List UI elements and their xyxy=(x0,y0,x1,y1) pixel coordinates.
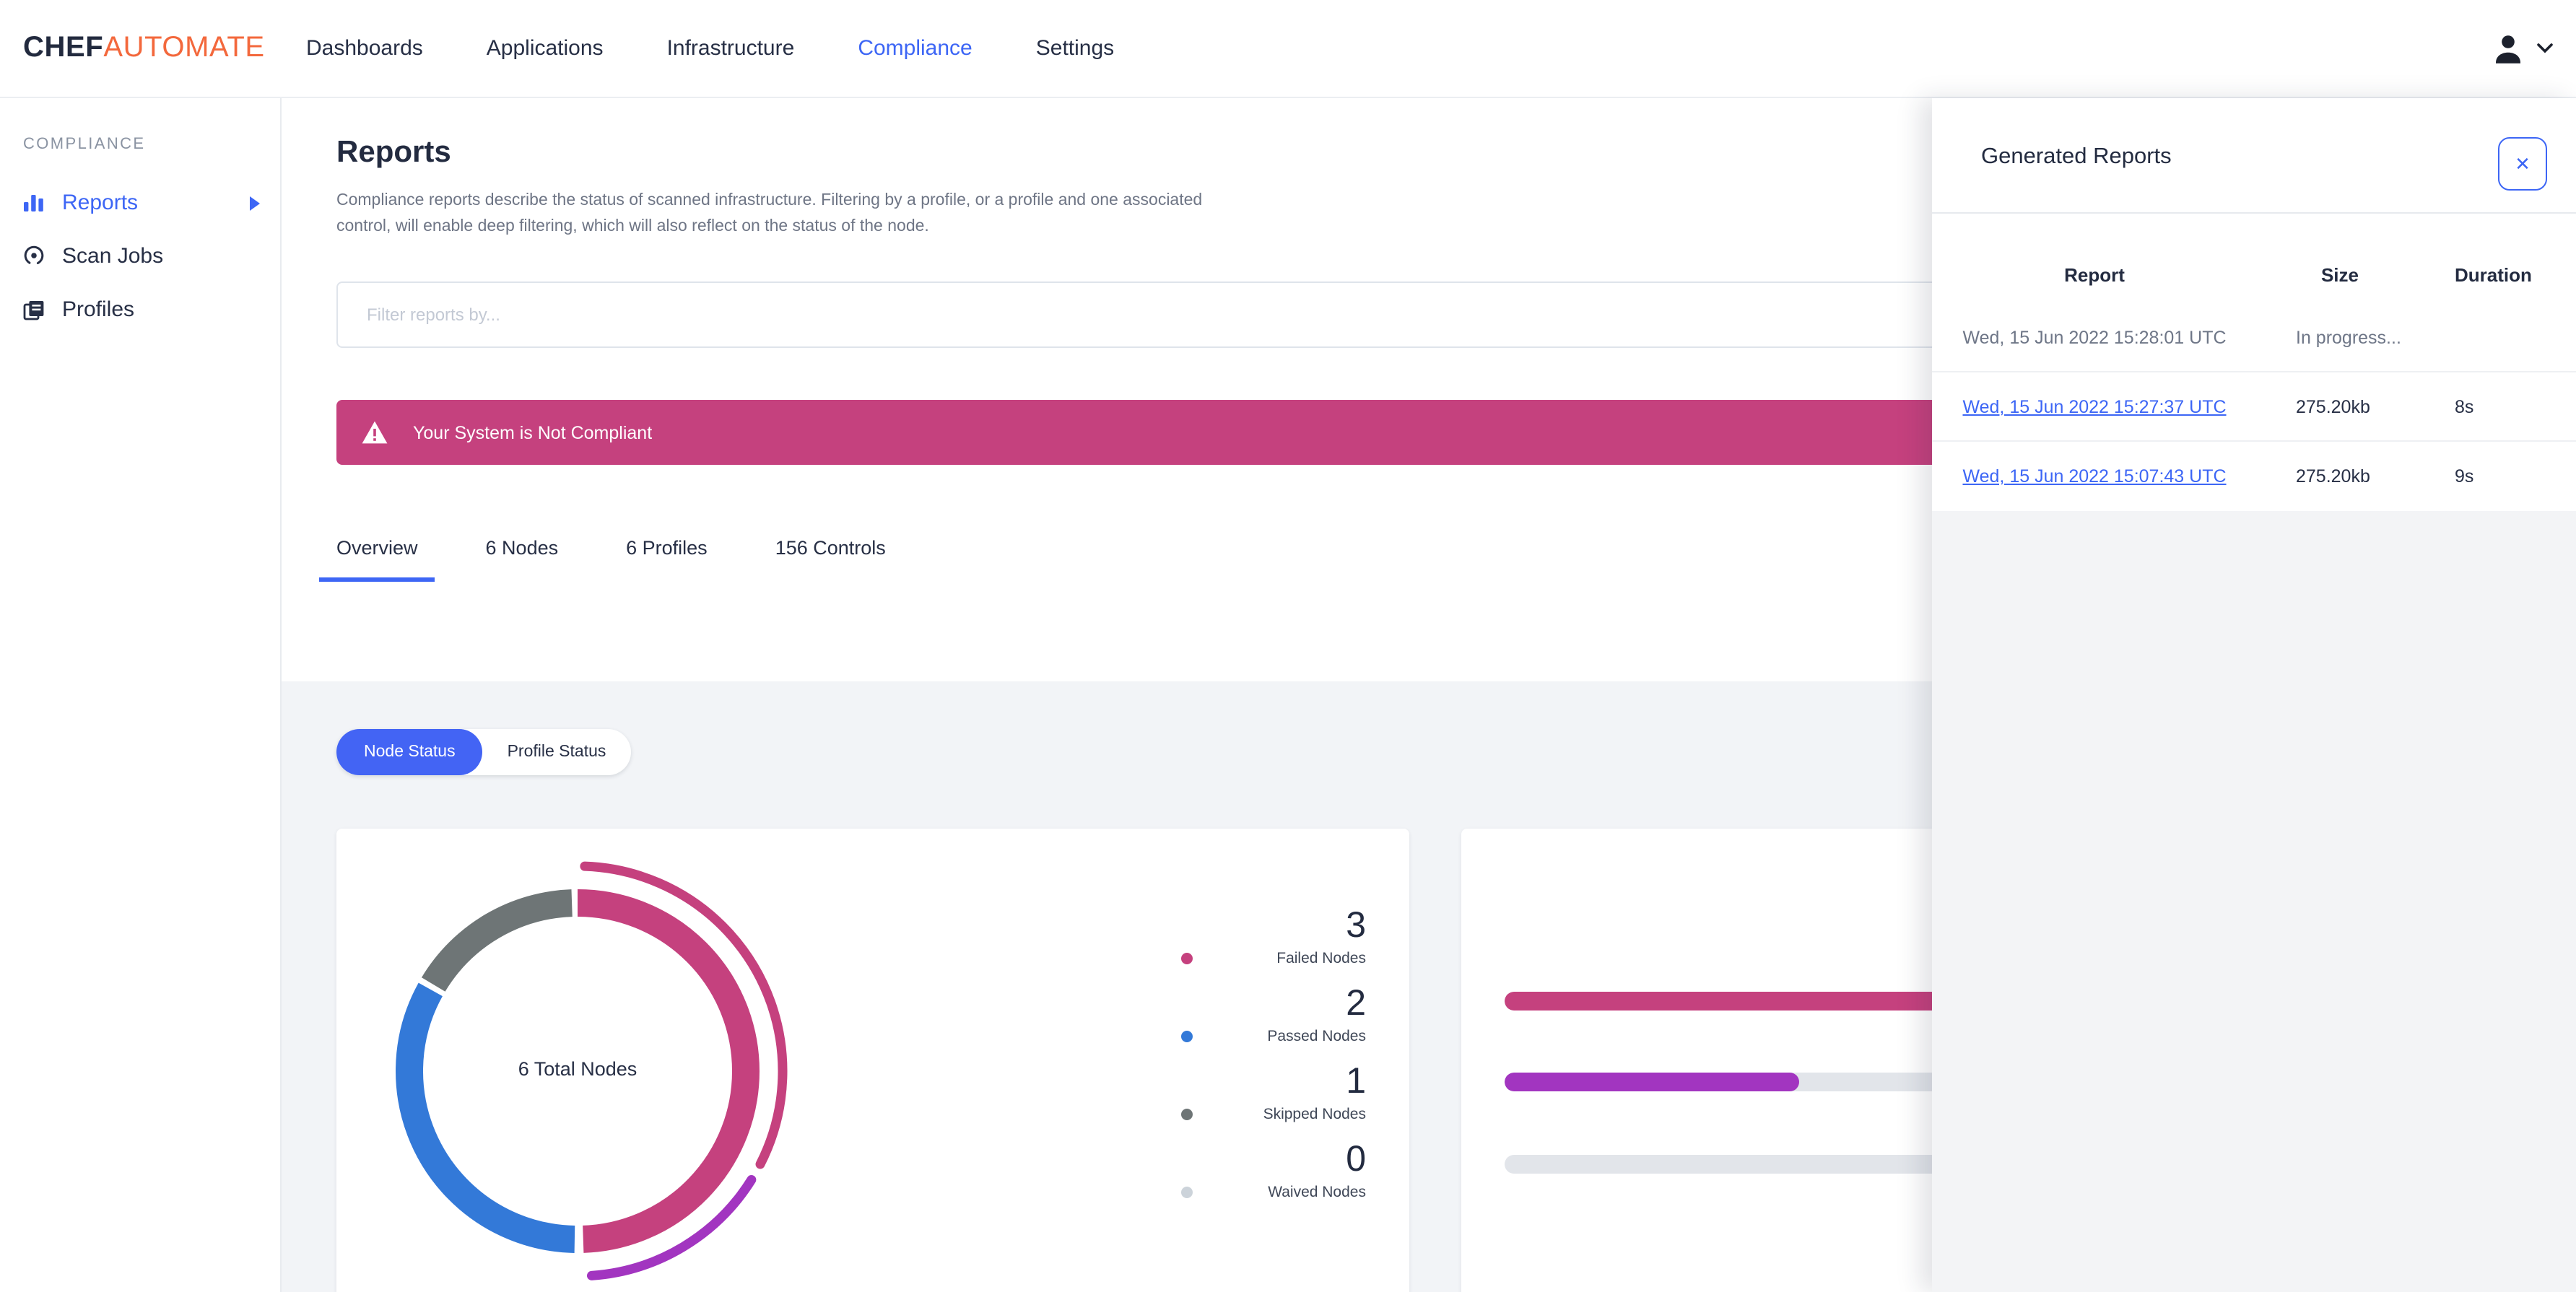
node-status-donut-chart: 6 Total Nodes xyxy=(361,855,794,1288)
warning-icon xyxy=(361,420,388,445)
sidebar-item-profiles[interactable]: Profiles xyxy=(0,283,280,336)
submenu-arrow-icon xyxy=(250,196,260,210)
panel-title: Generated Reports xyxy=(1981,144,2172,169)
legend-passed: 2 Passed Nodes xyxy=(1175,983,1366,1047)
nav-item-dashboards[interactable]: Dashboards xyxy=(306,36,423,61)
tab-overview[interactable]: Overview xyxy=(319,537,435,582)
report-link[interactable]: Wed, 15 Jun 2022 15:07:43 UTC xyxy=(1962,466,2226,486)
generated-reports-panel-body: Generated Reports ✕ Report Size Duration… xyxy=(1932,98,2576,511)
brand-automate: AUTOMATE xyxy=(103,32,265,64)
toggle-node-status[interactable]: Node Status xyxy=(336,729,483,775)
node-status-legend: 3 Failed Nodes 2 Passed Nodes 1 Skipped … xyxy=(1175,905,1366,1218)
user-menu[interactable] xyxy=(2489,30,2553,67)
waived-count: 0 xyxy=(1346,1139,1366,1179)
failed-label: Failed Nodes xyxy=(1276,950,1366,967)
toggle-profile-status[interactable]: Profile Status xyxy=(483,729,631,775)
generated-reports-panel: Generated Reports ✕ Report Size Duration… xyxy=(1932,98,2576,1292)
tab-controls[interactable]: 156 Controls xyxy=(758,537,903,582)
table-row: Wed, 15 Jun 2022 15:28:01 UTC In progres… xyxy=(1932,303,2576,372)
nav-item-settings[interactable]: Settings xyxy=(1036,36,1114,61)
close-icon: ✕ xyxy=(2515,152,2531,174)
documents-icon xyxy=(23,300,45,320)
chevron-down-icon xyxy=(2537,43,2553,53)
sidebar-section-label: COMPLIANCE xyxy=(23,136,146,153)
report-duration: 8s xyxy=(2455,396,2474,416)
passed-dot-icon xyxy=(1181,1031,1193,1042)
table-row: Wed, 15 Jun 2022 15:07:43 UTC 275.20kb 9… xyxy=(1932,442,2576,511)
status-toggle-group: Node Status Profile Status xyxy=(336,729,631,775)
sidebar-item-label: Scan Jobs xyxy=(62,244,164,269)
failed-count: 3 xyxy=(1346,905,1366,946)
sidebar-item-label: Reports xyxy=(62,191,139,215)
tab-profiles[interactable]: 6 Profiles xyxy=(609,537,725,582)
report-timestamp: Wed, 15 Jun 2022 15:28:01 UTC xyxy=(1962,327,2227,347)
report-size: In progress... xyxy=(2296,327,2401,347)
sidebar-item-reports[interactable]: Reports xyxy=(0,176,280,230)
user-icon xyxy=(2489,30,2527,67)
nav-item-infrastructure[interactable]: Infrastructure xyxy=(667,36,795,61)
legend-waived: 0 Waived Nodes xyxy=(1175,1140,1366,1202)
sidebar: COMPLIANCE Reports Scan Jobs Profiles xyxy=(0,98,282,1292)
column-header-report: Report xyxy=(2064,263,2125,285)
reports-table: Report Size Duration Wed, 15 Jun 2022 15… xyxy=(1932,214,2576,511)
page-description: Compliance reports describe the status o… xyxy=(336,192,1203,235)
waived-dot-icon xyxy=(1181,1187,1193,1198)
passed-label: Passed Nodes xyxy=(1267,1028,1366,1045)
skipped-dot-icon xyxy=(1181,1109,1193,1120)
legend-skipped: 1 Skipped Nodes xyxy=(1175,1062,1366,1125)
app-window: CHEFAUTOMATE Dashboards Applications Inf… xyxy=(0,0,2576,1292)
column-header-size: Size xyxy=(2320,263,2359,285)
sidebar-item-label: Profiles xyxy=(62,297,135,322)
sidebar-items: Reports Scan Jobs Profiles xyxy=(0,176,280,336)
severity-bar-2-fill xyxy=(1505,1073,1799,1091)
table-header-row: Report Size Duration xyxy=(1932,214,2576,303)
tab-nodes[interactable]: 6 Nodes xyxy=(469,537,576,582)
report-size: 275.20kb xyxy=(2296,466,2370,486)
report-link[interactable]: Wed, 15 Jun 2022 15:27:37 UTC xyxy=(1962,396,2226,416)
report-size: 275.20kb xyxy=(2296,396,2370,416)
panel-header: Generated Reports ✕ xyxy=(1932,98,2576,214)
broadcast-icon xyxy=(23,245,45,267)
node-status-card: 6 Total Nodes 3 Failed Nodes 2 Passed No… xyxy=(336,829,1409,1292)
table-row: Wed, 15 Jun 2022 15:27:37 UTC 275.20kb 8… xyxy=(1932,372,2576,442)
skipped-label: Skipped Nodes xyxy=(1263,1106,1366,1123)
failed-dot-icon xyxy=(1181,953,1193,964)
chef-automate-logo[interactable]: CHEFAUTOMATE xyxy=(23,32,274,65)
nav-item-compliance[interactable]: Compliance xyxy=(858,36,972,61)
column-header-duration: Duration xyxy=(2455,263,2532,285)
report-duration: 9s xyxy=(2455,466,2474,486)
alert-text: Your System is Not Compliant xyxy=(413,422,653,442)
brand-chef: CHEF xyxy=(23,32,104,64)
waived-label: Waived Nodes xyxy=(1268,1184,1366,1201)
skipped-count: 1 xyxy=(1346,1061,1366,1101)
donut-center-label: 6 Total Nodes xyxy=(518,1058,638,1080)
passed-count: 2 xyxy=(1346,983,1366,1023)
bar-chart-icon xyxy=(23,193,45,212)
nav-item-applications[interactable]: Applications xyxy=(487,36,604,61)
nav-links: Dashboards Applications Infrastructure C… xyxy=(306,36,1114,61)
legend-failed: 3 Failed Nodes xyxy=(1175,905,1366,969)
top-nav: CHEFAUTOMATE Dashboards Applications Inf… xyxy=(0,0,2576,98)
sidebar-item-scan-jobs[interactable]: Scan Jobs xyxy=(0,230,280,283)
close-button[interactable]: ✕ xyxy=(2498,137,2547,191)
